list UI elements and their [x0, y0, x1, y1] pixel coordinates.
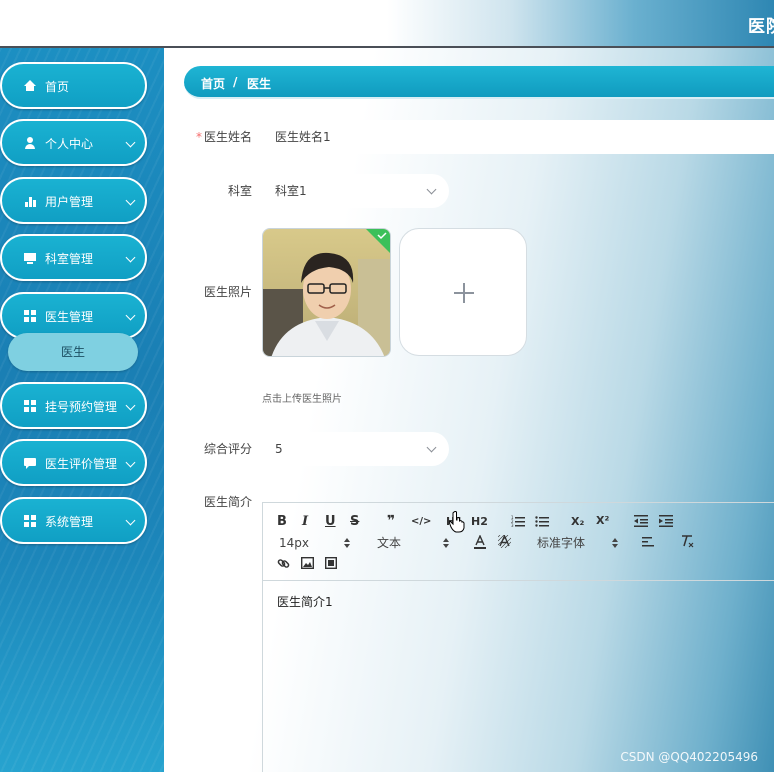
- text-type-updown-icon: [443, 538, 449, 548]
- app-title: 医院: [748, 17, 774, 37]
- bar-chart-icon: [23, 194, 37, 208]
- doctor-name-label-text: 医生姓名: [203, 130, 252, 144]
- breadcrumb-current: 医生: [247, 77, 272, 91]
- sidebar-item-personal-center[interactable]: 个人中心: [0, 119, 147, 166]
- font-size-updown-icon: [344, 538, 350, 548]
- outdent-icon[interactable]: [634, 515, 648, 527]
- doctor-photo-thumbnail[interactable]: [262, 228, 391, 357]
- sidebar-item-doctor-management[interactable]: 医生管理: [0, 292, 147, 339]
- chevron-down-icon: [125, 457, 136, 468]
- chat-icon: [23, 456, 37, 470]
- strikethrough-button[interactable]: S: [350, 515, 359, 529]
- sidebar-item-appointment-management[interactable]: 挂号预约管理: [0, 382, 147, 429]
- doctor-name-input[interactable]: 医生姓名1: [262, 120, 774, 154]
- sidebar-item-label: 个人中心: [45, 137, 94, 151]
- editor-content[interactable]: 医生简介1: [277, 593, 333, 610]
- subscript-button[interactable]: X₂: [571, 515, 584, 529]
- rating-value: 5: [275, 442, 283, 456]
- watermark: CSDN @QQ402205496: [620, 750, 758, 764]
- font-size-select[interactable]: 14px: [279, 536, 309, 550]
- grid-icon: [23, 309, 37, 323]
- sidebar-item-label: 挂号预约管理: [45, 400, 118, 414]
- clear-format-icon[interactable]: [681, 535, 694, 548]
- sidebar-item-department-management[interactable]: 科室管理: [0, 234, 147, 281]
- user-icon: [23, 136, 37, 150]
- submenu-item-doctor[interactable]: 医生: [8, 333, 138, 371]
- department-label: 科室: [227, 184, 252, 198]
- sidebar-item-label: 科室管理: [45, 252, 94, 266]
- breadcrumb-home[interactable]: 首页: [201, 75, 225, 92]
- bold-button[interactable]: B: [277, 515, 287, 529]
- upload-success-check-icon: [366, 229, 390, 253]
- header-2-button[interactable]: H2: [471, 515, 488, 529]
- breadcrumb-separator: /: [233, 75, 238, 89]
- breadcrumb: 首页 / 医生: [184, 66, 774, 99]
- font-family-select[interactable]: 标准字体: [537, 536, 585, 550]
- superscript-button[interactable]: X²: [596, 514, 609, 528]
- chevron-down-icon: [426, 442, 437, 453]
- font-family-updown-icon: [612, 538, 618, 548]
- bullet-list-icon[interactable]: [535, 515, 549, 527]
- italic-button[interactable]: I: [302, 515, 308, 529]
- code-block-button[interactable]: </>: [411, 515, 431, 529]
- sidebar: 首页 个人中心 用户管理 科室管理 医生管理 医生 挂号预约管理 医生评价管理 …: [0, 48, 164, 772]
- home-icon: [23, 79, 37, 93]
- chevron-down-icon: [125, 195, 136, 206]
- monitor-icon: [23, 251, 37, 265]
- video-icon[interactable]: [325, 557, 337, 569]
- photo-upload-button[interactable]: [399, 228, 527, 356]
- photo-upload-hint: 点击上传医生照片: [262, 394, 342, 405]
- sidebar-item-review-management[interactable]: 医生评价管理: [0, 439, 147, 486]
- top-header: 医院: [0, 0, 774, 48]
- doctor-name-label: * 医生姓名: [182, 129, 252, 145]
- required-mark: *: [195, 130, 202, 144]
- department-select[interactable]: 科室1: [262, 174, 449, 208]
- align-icon[interactable]: [642, 537, 654, 547]
- chevron-down-icon: [125, 310, 136, 321]
- indent-icon[interactable]: [659, 515, 673, 527]
- chevron-down-icon: [125, 252, 136, 263]
- intro-label: 医生简介: [203, 495, 252, 509]
- rating-select[interactable]: 5: [262, 432, 449, 466]
- image-icon[interactable]: [301, 557, 314, 569]
- hand-cursor-icon: [449, 511, 465, 533]
- chevron-down-icon: [125, 400, 136, 411]
- sidebar-item-home[interactable]: 首页: [0, 62, 147, 109]
- link-icon[interactable]: [277, 557, 290, 570]
- grid-icon: [23, 514, 37, 528]
- rating-label: 综合评分: [203, 442, 252, 456]
- rich-text-editor: B I U S ❞ </> H1 H2 123 X₂ X² 14px 文本: [262, 502, 774, 772]
- sidebar-item-label: 系统管理: [45, 515, 94, 529]
- background-color-icon[interactable]: [498, 535, 511, 548]
- grid-icon: [23, 399, 37, 413]
- chevron-down-icon: [426, 184, 437, 195]
- chevron-down-icon: [125, 515, 136, 526]
- department-value: 科室1: [275, 184, 307, 198]
- sidebar-item-label: 医生管理: [45, 310, 94, 324]
- blockquote-button[interactable]: ❞: [387, 514, 395, 528]
- sidebar-item-label: 医生评价管理: [45, 457, 118, 471]
- sidebar-item-label: 首页: [45, 80, 70, 94]
- doctor-photo-label: 医生照片: [203, 285, 252, 299]
- editor-toolbar: B I U S ❞ </> H1 H2 123 X₂ X² 14px 文本: [263, 503, 774, 581]
- text-type-select[interactable]: 文本: [377, 536, 401, 550]
- chevron-down-icon: [125, 137, 136, 148]
- ordered-list-icon[interactable]: 123: [511, 515, 525, 527]
- plus-icon-vertical: [463, 283, 465, 303]
- sidebar-item-user-management[interactable]: 用户管理: [0, 177, 147, 224]
- text-color-icon[interactable]: [474, 535, 486, 549]
- sidebar-item-system-management[interactable]: 系统管理: [0, 497, 147, 544]
- sidebar-item-label: 用户管理: [45, 195, 94, 209]
- svg-text:3: 3: [511, 523, 514, 527]
- underline-button[interactable]: U: [325, 515, 336, 529]
